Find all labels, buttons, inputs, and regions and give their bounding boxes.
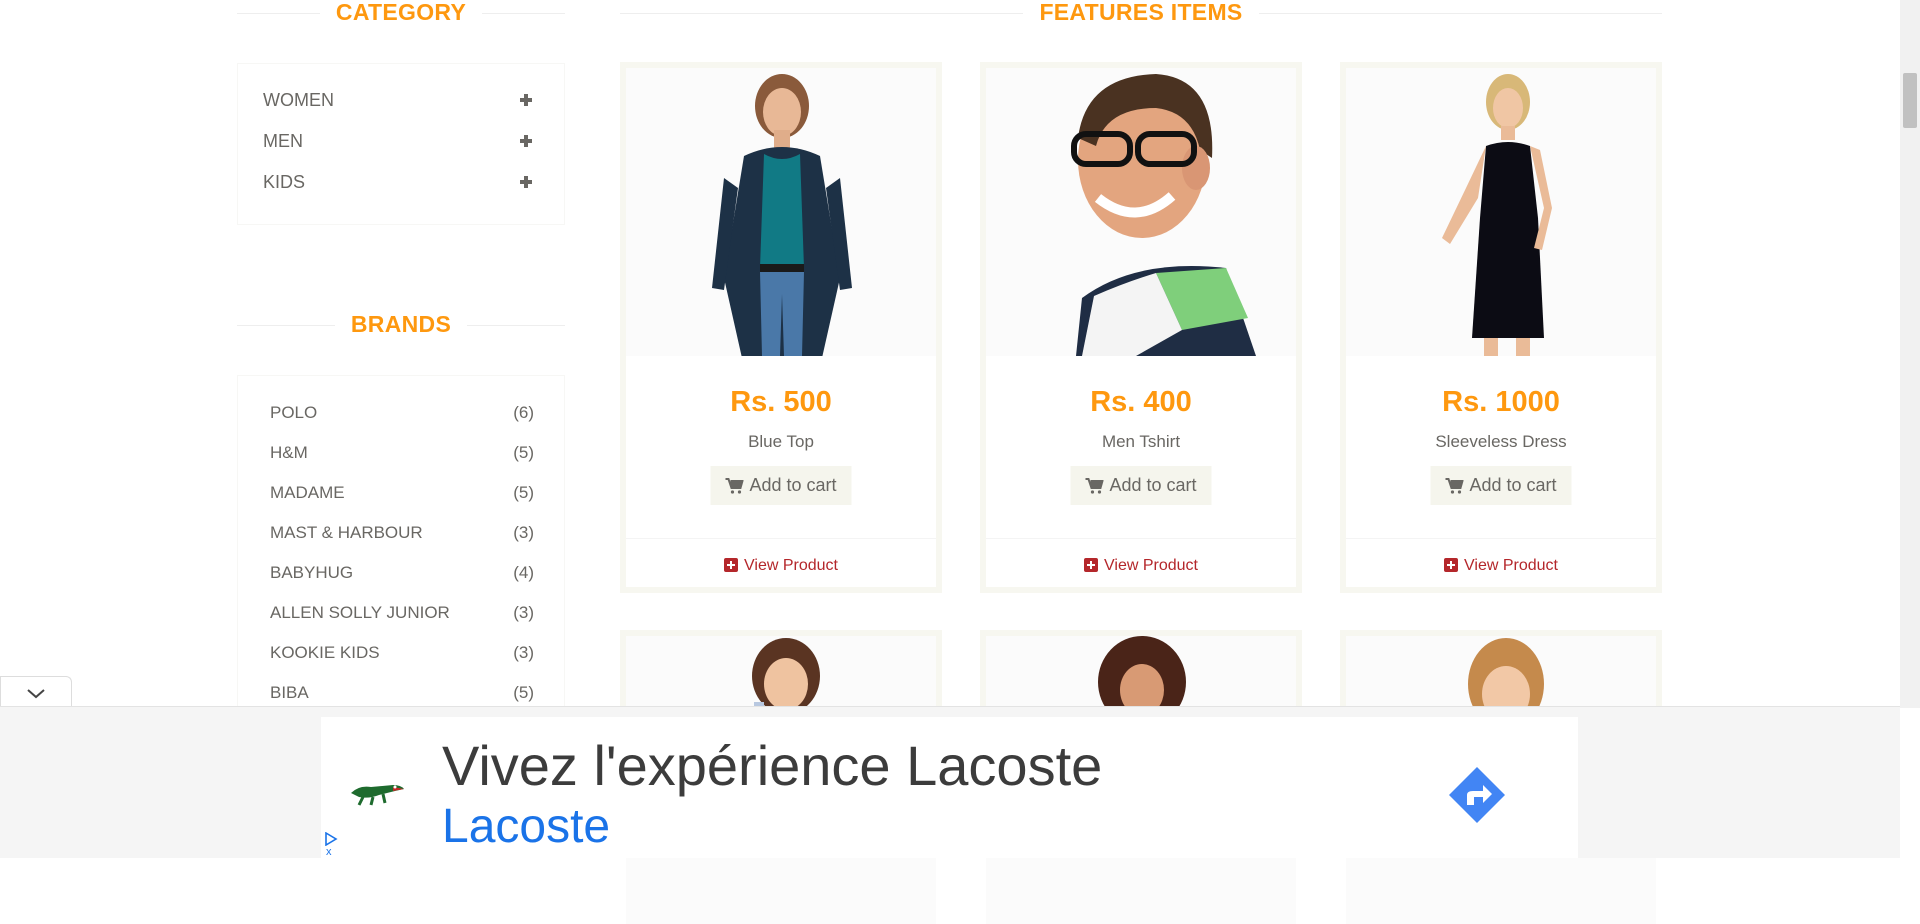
lacoste-crocodile-logo: [351, 785, 404, 806]
product-image: [1346, 68, 1656, 356]
features-title-text: FEATURES ITEMS: [1023, 0, 1259, 25]
category-panel: WOMEN MEN KIDS: [237, 63, 565, 225]
cart-icon: [725, 478, 744, 494]
add-to-cart-label: Add to cart: [1469, 475, 1557, 495]
brand-item-polo[interactable]: POLO (6): [270, 401, 534, 425]
view-product-label: View Product: [1104, 557, 1198, 574]
product-image: [626, 68, 936, 356]
brand-name: KOOKIE KIDS: [270, 643, 380, 662]
brand-item-kookie-kids[interactable]: KOOKIE KIDS (3): [270, 641, 534, 665]
scrollbar-thumb[interactable]: [1903, 73, 1917, 128]
brand-name: ALLEN SOLLY JUNIOR: [270, 603, 450, 622]
plus-icon[interactable]: [520, 135, 532, 147]
category-item-women[interactable]: WOMEN: [263, 88, 532, 112]
add-to-cart-button[interactable]: Add to cart: [1070, 466, 1212, 505]
brand-item-biba[interactable]: BIBA (5): [270, 681, 534, 705]
brand-count: (6): [513, 403, 534, 422]
cart-icon: [1085, 478, 1104, 494]
product-name: Sleeveless Dress: [1435, 432, 1567, 451]
cart-icon: [1445, 478, 1464, 494]
features-title: FEATURES ITEMS: [620, 0, 1662, 25]
card-divider: [986, 538, 1296, 539]
add-to-cart-label: Add to cart: [749, 475, 837, 495]
brand-name: POLO: [270, 403, 318, 422]
category-item-label: WOMEN: [263, 90, 334, 110]
product-name: Blue Top: [748, 432, 814, 451]
view-product-label: View Product: [744, 557, 838, 574]
ad-card[interactable]: Vivez l'expérience Lacoste Lacoste: [321, 717, 1578, 858]
product-card: Rs. 1000 Sleeveless Dress Add to cart Vi…: [1340, 62, 1662, 593]
brand-name: BIBA: [270, 683, 309, 702]
category-item-label: MEN: [263, 131, 303, 151]
category-item-kids[interactable]: KIDS: [263, 170, 532, 194]
plus-square-icon: [1084, 558, 1098, 572]
brand-count: (4): [513, 563, 534, 582]
ad-headline: Vivez l'expérience Lacoste: [442, 734, 1103, 797]
brand-count: (3): [513, 643, 534, 662]
brand-count: (3): [513, 523, 534, 542]
category-item-men[interactable]: MEN: [263, 129, 532, 153]
product-price: Rs. 500: [730, 386, 832, 418]
brand-count: (5): [513, 443, 534, 462]
category-item-label: KIDS: [263, 172, 306, 192]
brand-item-babyhug[interactable]: BABYHUG (4): [270, 561, 534, 585]
brands-title: BRANDS: [237, 311, 565, 337]
brand-count: (3): [513, 603, 534, 622]
product-price: Rs. 400: [1090, 386, 1192, 418]
page-scrollbar[interactable]: [1900, 0, 1920, 708]
brand-count: (5): [513, 683, 534, 702]
plus-icon[interactable]: [520, 94, 532, 106]
view-product-link[interactable]: View Product: [1346, 557, 1656, 575]
brand-name: MADAME: [270, 483, 345, 502]
view-product-label: View Product: [1464, 557, 1558, 574]
category-title-text: CATEGORY: [319, 0, 483, 25]
product-name: Men Tshirt: [1101, 432, 1181, 451]
brand-name: H&M: [270, 443, 308, 462]
brands-title-text: BRANDS: [334, 311, 468, 337]
add-to-cart-label: Add to cart: [1109, 475, 1197, 495]
plus-square-icon: [1444, 558, 1458, 572]
category-title: CATEGORY: [237, 0, 565, 25]
product-card: Rs. 400 Men Tshirt Add to cart View Prod…: [980, 62, 1302, 593]
brands-panel: POLO (6) H&M (5) MADAME (5) MAST & HARBO…: [237, 375, 565, 715]
view-product-link[interactable]: View Product: [986, 557, 1296, 575]
ad-collapse-button[interactable]: [0, 676, 72, 706]
add-to-cart-button[interactable]: Add to cart: [1430, 466, 1572, 505]
adchoices-icon[interactable]: [324, 832, 338, 846]
brand-count: (5): [513, 483, 534, 502]
brand-item-hm[interactable]: H&M (5): [270, 441, 534, 465]
product-card: Rs. 500 Blue Top Add to cart View Produc…: [620, 62, 942, 593]
view-product-link[interactable]: View Product: [626, 557, 936, 575]
product-price: Rs. 1000: [1442, 386, 1560, 418]
plus-icon[interactable]: [520, 176, 532, 188]
card-divider: [626, 538, 936, 539]
chevron-down-icon: [27, 689, 45, 699]
brand-item-madame[interactable]: MADAME (5): [270, 481, 534, 505]
product-image: [986, 68, 1296, 356]
brand-name: MAST & HARBOUR: [270, 523, 423, 542]
add-to-cart-button[interactable]: Add to cart: [710, 466, 852, 505]
brand-item-mast-harbour[interactable]: MAST & HARBOUR (3): [270, 521, 534, 545]
ad-advertiser[interactable]: Lacoste: [442, 799, 610, 854]
plus-square-icon: [724, 558, 738, 572]
brand-item-allen-solly-junior[interactable]: ALLEN SOLLY JUNIOR (3): [270, 601, 534, 625]
ad-close-mark[interactable]: x: [326, 846, 332, 858]
card-divider: [1346, 538, 1656, 539]
directions-arrow-icon[interactable]: [1447, 765, 1507, 825]
brand-name: BABYHUG: [270, 563, 354, 582]
ad-banner: Vivez l'expérience Lacoste Lacoste: [0, 706, 1900, 858]
